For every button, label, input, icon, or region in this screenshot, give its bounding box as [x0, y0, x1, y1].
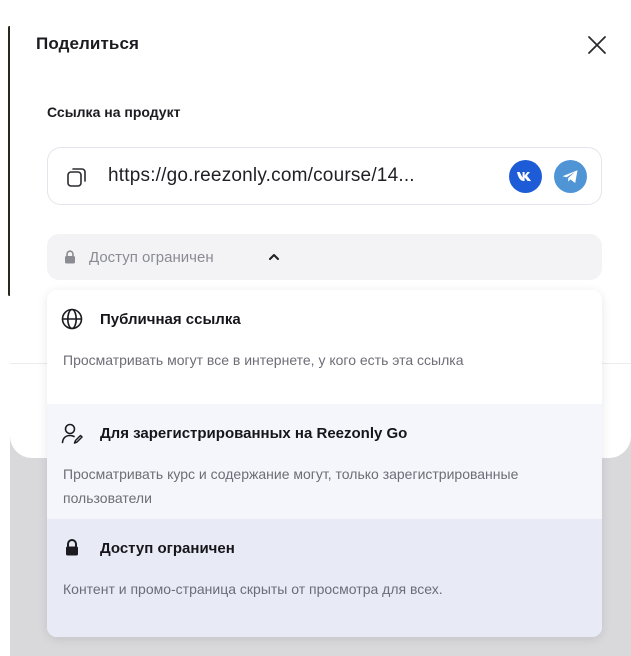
- share-vk-button[interactable]: [509, 160, 542, 193]
- option-description: Контент и промо-страница скрыты от просм…: [63, 581, 443, 597]
- access-option-restricted[interactable]: Доступ ограничен Контент и промо-страниц…: [47, 519, 602, 637]
- access-option-public[interactable]: Публичная ссылка Просматривать могут все…: [47, 290, 602, 404]
- option-title: Для зарегистрированных на Reezonly Go: [100, 425, 408, 442]
- telegram-icon: [562, 170, 578, 183]
- close-icon: [588, 36, 606, 54]
- option-description: Просматривать могут все в интернете, у к…: [63, 352, 464, 368]
- vk-icon: [517, 172, 531, 182]
- copy-icon: [67, 168, 86, 187]
- access-level-dropdown: Публичная ссылка Просматривать могут все…: [47, 290, 602, 637]
- access-option-registered[interactable]: Для зарегистрированных на Reezonly Go Пр…: [47, 404, 602, 519]
- modal-title: Поделиться: [36, 34, 140, 53]
- link-field[interactable]: https://go.reezonly.com/course/14...: [47, 147, 602, 205]
- copy-button[interactable]: [65, 165, 89, 189]
- product-link-url[interactable]: https://go.reezonly.com/course/14...: [108, 165, 415, 187]
- backdrop-top-strip: [0, 0, 631, 8]
- access-level-select[interactable]: Доступ ограничен: [47, 234, 602, 280]
- option-title: Публичная ссылка: [100, 311, 241, 328]
- option-description: Просматривать курс и содержание могут, т…: [63, 466, 519, 506]
- lock-icon: [66, 539, 78, 556]
- user-edit-icon: [61, 423, 83, 444]
- share-telegram-button[interactable]: [554, 160, 587, 193]
- chevron-up-icon: [269, 254, 279, 260]
- close-button[interactable]: [585, 33, 609, 57]
- access-level-value: Доступ ограничен: [89, 249, 214, 266]
- globe-icon: [61, 308, 83, 330]
- option-title: Доступ ограничен: [100, 540, 235, 557]
- link-section-label: Ссылка на продукт: [47, 104, 181, 120]
- lock-icon: [65, 250, 75, 264]
